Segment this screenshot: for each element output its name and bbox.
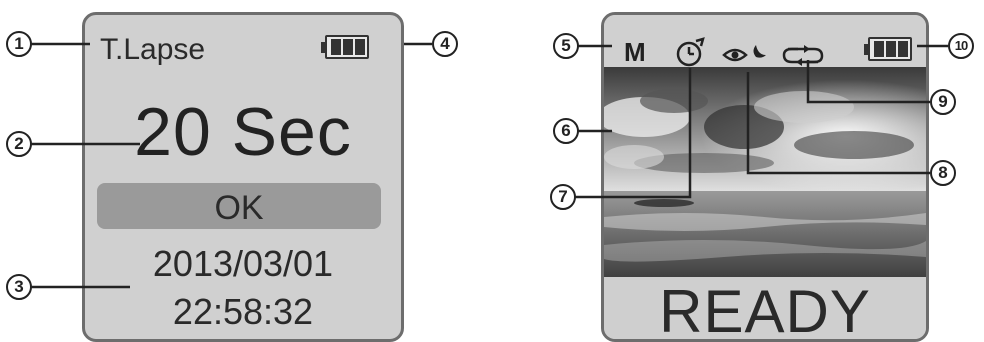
callout-3: 3 [6, 274, 32, 300]
loop-icon [782, 45, 824, 66]
date-display: 2013/03/01 [152, 243, 334, 284]
callout-8: 8 [930, 160, 956, 186]
ok-button[interactable]: OK [97, 183, 381, 229]
mode-label: T.Lapse [100, 33, 206, 66]
preview-image [604, 67, 926, 277]
callout-2: 2 [6, 131, 32, 157]
battery-icon [321, 35, 371, 61]
ready-screen: M READY [601, 12, 929, 342]
callout-6: 6 [553, 118, 579, 144]
callout-9: 9 [930, 89, 956, 115]
callout-4: 4 [432, 31, 458, 57]
mode-indicator: M [624, 37, 646, 67]
callout-10: 10 [948, 33, 974, 59]
callout-5: 5 [553, 33, 579, 59]
time-display: 22:58:32 [172, 291, 314, 332]
ok-label: OK [214, 189, 264, 227]
eye-night-icon [722, 45, 766, 62]
timer-icon [676, 37, 705, 67]
time-lapse-screen: T.Lapse 20 Sec OK 2013/03/01 22:58:32 [82, 12, 404, 342]
battery-icon [864, 37, 914, 63]
callout-1: 1 [6, 31, 32, 57]
interval-value: 20 Sec [134, 94, 352, 170]
status-label: READY [659, 278, 871, 342]
callout-7: 7 [550, 184, 576, 210]
diagram-stage: T.Lapse 20 Sec OK 2013/03/01 22:58:32 M [0, 0, 984, 342]
